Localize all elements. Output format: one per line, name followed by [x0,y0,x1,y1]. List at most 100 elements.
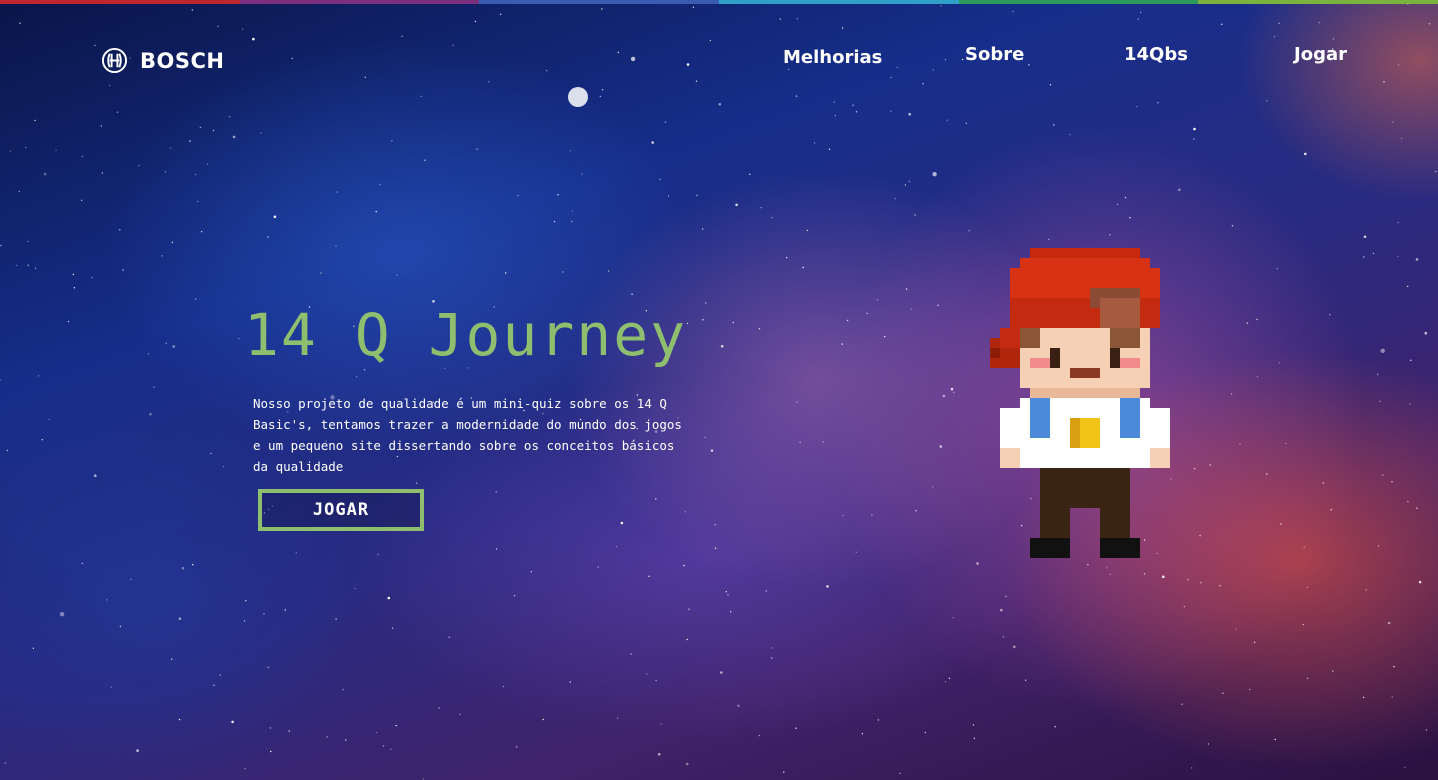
star [1435,170,1437,173]
star [1376,373,1379,376]
star [1410,359,1412,361]
star [1012,10,1014,13]
star [153,386,155,388]
star [946,119,949,121]
star [940,5,942,7]
star [231,720,234,724]
star [295,552,297,554]
star [210,452,212,455]
star [495,548,498,550]
star [502,685,504,688]
star [326,736,328,738]
star [345,739,347,741]
star [718,103,722,106]
star [1193,138,1195,140]
star [571,220,573,223]
star [459,713,461,715]
star [1200,582,1202,584]
star [846,319,849,322]
star [1000,608,1003,612]
star [968,230,970,232]
star [688,608,690,610]
star [19,22,21,24]
star [192,564,194,566]
star [37,375,40,377]
star [684,511,687,513]
star [27,240,29,243]
star [646,673,648,675]
star [1207,743,1210,745]
star [116,111,119,113]
star [1303,546,1305,548]
star [335,245,337,247]
star [27,264,29,266]
star [172,345,175,348]
star [1136,105,1138,108]
starfield-background [0,0,1437,780]
star [197,200,199,203]
nav-link-melhorias[interactable]: Melhorias [783,47,882,68]
star [725,591,727,593]
nav-link-sobre[interactable]: Sobre [965,44,1024,65]
star [18,190,20,193]
star [1221,23,1223,25]
star [1424,331,1428,335]
star [1183,605,1186,608]
star [939,445,943,448]
star [288,730,290,732]
star [1391,696,1393,698]
star [395,724,397,727]
star [270,750,272,753]
star [243,620,246,622]
star [1266,473,1268,475]
star [965,122,967,124]
star [799,441,801,444]
star [655,679,657,682]
star [1049,84,1052,86]
star [110,686,112,688]
star [601,89,604,91]
nav-link-14qbs[interactable]: 14Qbs [1124,44,1188,65]
star [119,625,122,628]
star [171,241,174,243]
star [354,587,356,590]
star [6,449,8,452]
star [1157,102,1159,104]
star [245,600,247,602]
star [59,612,65,617]
star [81,155,84,158]
play-button[interactable]: JOGAR [258,489,424,531]
star [1246,322,1249,324]
star [1397,222,1400,224]
star [474,20,477,23]
star [194,173,197,176]
star [1002,636,1005,638]
star [651,141,654,144]
star [342,688,344,691]
star [375,210,377,213]
star [169,147,172,149]
star [391,627,394,629]
star [732,321,734,324]
star [212,129,215,132]
star [273,215,277,219]
nav-link-jogar[interactable]: Jogar [1294,44,1347,65]
star [557,194,559,196]
star [1330,509,1332,511]
star [219,674,221,676]
star [34,119,36,122]
star [1249,688,1251,691]
star [685,762,689,766]
star [1416,507,1418,509]
star [944,681,947,683]
star [1393,665,1395,668]
star [834,114,836,117]
star [136,749,139,752]
star [601,8,603,10]
star [25,146,27,149]
star [335,618,337,620]
star [795,727,797,729]
star [720,345,724,348]
star [244,768,246,770]
star [871,514,873,516]
